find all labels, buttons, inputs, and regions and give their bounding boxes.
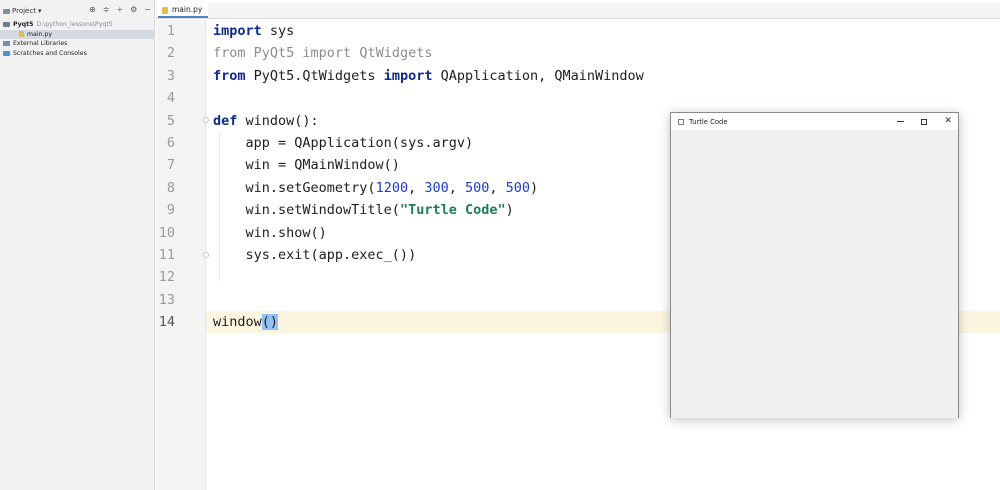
matched-paren-highlight: (): [261, 314, 279, 331]
keyword: def: [213, 112, 238, 129]
code-text: QtWidgets: [351, 45, 433, 62]
project-toolbar: ⊕ ≑ ÷ ⚙ −: [89, 5, 151, 14]
keyword: from: [213, 45, 246, 62]
line-number: 13: [158, 291, 175, 308]
code-text: ): [530, 179, 539, 196]
python-file-icon: [162, 7, 168, 14]
line-number: 12: [158, 269, 175, 286]
code-line-14: window(): [213, 311, 279, 333]
line-number: 7: [166, 157, 175, 174]
code-line-5: def window():: [213, 110, 319, 132]
code-text: ): [505, 202, 514, 219]
minimize-icon[interactable]: [897, 121, 905, 122]
window-client-area[interactable]: [671, 130, 958, 418]
code-line-8: win.setGeometry(1200, 300, 500, 500): [213, 177, 539, 199]
code-text: win.setGeometry(: [213, 179, 376, 196]
library-icon: [3, 41, 10, 47]
code-text: ,: [448, 179, 465, 196]
line-number: 11: [158, 247, 175, 263]
project-view-selector[interactable]: Project ▾: [3, 7, 41, 15]
turtle-code-window[interactable]: Turtle Code ✕: [670, 112, 959, 418]
code-line-2: from PyQt5 import QtWidgets: [213, 42, 432, 64]
tree-item-label: External Libraries: [13, 40, 68, 48]
line-number: 3: [166, 67, 175, 84]
code-line-11: sys.exit(app.exec_()): [213, 247, 417, 263]
locate-icon[interactable]: ⊕: [89, 5, 96, 14]
number-literal: 1200: [375, 179, 409, 196]
line-number: 4: [166, 90, 175, 107]
line-number-current: 14: [158, 314, 175, 331]
tree-item-scratches[interactable]: Scratches and Consoles: [0, 49, 155, 59]
keyword: import: [302, 45, 352, 62]
tree-item-main-py[interactable]: main.py: [0, 29, 155, 39]
code-text: QApplication, QMainWindow: [432, 67, 644, 84]
tree-item-label: Pyqt5: [13, 21, 34, 29]
code-text: sys: [261, 23, 295, 39]
window-title: Turtle Code: [689, 117, 728, 126]
line-number: 6: [166, 135, 175, 151]
scratch-icon: [3, 50, 10, 56]
line-number: 9: [166, 202, 175, 219]
project-header-label: Project: [12, 7, 36, 15]
tab-main-py[interactable]: main.py: [158, 3, 209, 18]
line-number-gutter[interactable]: 1 2 3 4 5 6 7 8 9 10 11 12 13 14: [156, 20, 209, 490]
editor-tabbar: main.py: [156, 3, 1000, 19]
project-panel-header: Project ▾ ⊕ ≑ ÷ ⚙ −: [0, 4, 155, 19]
tree-item-external-libraries[interactable]: External Libraries: [0, 39, 155, 49]
line-number: 5: [166, 112, 175, 129]
code-text: ,: [489, 179, 506, 196]
close-icon[interactable]: ✕: [944, 117, 952, 126]
tab-label: main.py: [172, 5, 203, 14]
code-line-1: import sys: [213, 20, 294, 42]
python-file-icon: [19, 31, 24, 38]
folder-icon: [3, 22, 10, 28]
app-window-icon: [678, 118, 684, 125]
code-line-7: win = QMainWindow(): [213, 157, 400, 174]
number-literal: 300: [424, 179, 449, 196]
tree-item-label: main.py: [27, 30, 53, 38]
tree-item-pyqt5[interactable]: Pyqt5 D:\python_lessons\Pyqt5: [0, 20, 155, 30]
code-line-9: win.setWindowTitle("Turtle Code"): [213, 199, 514, 221]
code-text: win.setWindowTitle(: [213, 202, 400, 219]
number-literal: 500: [465, 179, 490, 196]
keyword: import: [213, 23, 262, 39]
code-text: window():: [237, 112, 319, 129]
fold-marker-icon[interactable]: [203, 252, 209, 258]
line-number: 1: [166, 23, 175, 39]
gear-icon[interactable]: ⚙: [130, 5, 137, 14]
line-number: 8: [166, 179, 175, 196]
keyword: from: [213, 67, 246, 84]
line-number: 10: [158, 224, 175, 241]
project-panel: Project ▾ ⊕ ≑ ÷ ⚙ − Pyqt5 D:\python_less…: [0, 0, 155, 490]
keyword: import: [383, 67, 433, 84]
tree-item-path: D:\python_lessons\Pyqt5: [36, 21, 113, 29]
code-line-3: from PyQt5.QtWidgets import QApplication…: [213, 65, 644, 87]
maximize-icon[interactable]: [921, 118, 928, 125]
project-tree: Pyqt5 D:\python_lessons\Pyqt5 main.py Ex…: [0, 20, 155, 58]
window-controls: ✕: [897, 113, 952, 130]
code-line-10: win.show(): [213, 224, 327, 241]
code-line-6: app = QApplication(sys.argv): [213, 135, 474, 151]
project-folder-icon: [3, 8, 10, 14]
code-text: ,: [408, 179, 425, 196]
code-text: PyQt5: [245, 45, 303, 62]
hide-panel-icon[interactable]: −: [144, 5, 151, 14]
number-literal: 500: [505, 179, 531, 196]
expand-all-icon[interactable]: ≑: [103, 5, 110, 14]
string-literal: "Turtle Code": [399, 202, 506, 219]
chevron-down-icon: ▾: [37, 7, 42, 15]
code-text: PyQt5.QtWidgets: [245, 67, 384, 84]
code-text: window: [213, 314, 262, 331]
fold-marker-icon[interactable]: [203, 117, 209, 123]
tree-item-label: Scratches and Consoles: [13, 49, 87, 57]
line-number: 2: [166, 45, 175, 62]
collapse-all-icon[interactable]: ÷: [116, 5, 123, 14]
window-titlebar[interactable]: Turtle Code ✕: [671, 113, 958, 130]
